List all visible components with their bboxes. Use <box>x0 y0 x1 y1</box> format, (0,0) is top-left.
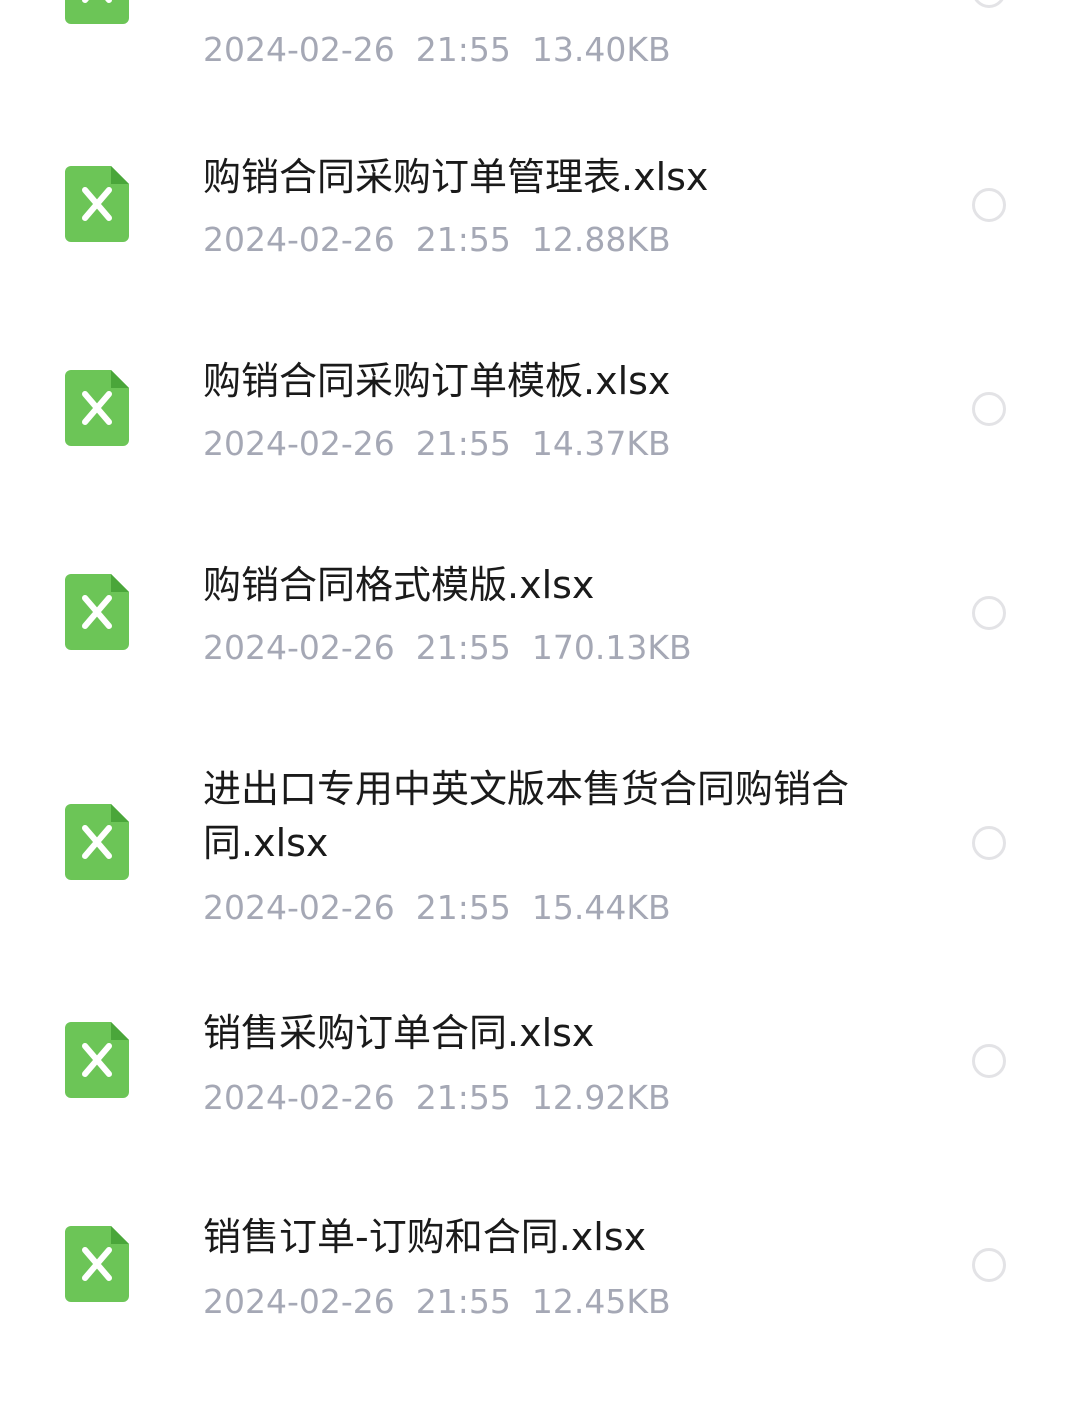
file-name: 销售采购订单合同.xlsx <box>203 1011 595 1055</box>
select-radio[interactable] <box>972 188 1006 222</box>
file-meta: 2024-02-26 21:55 12.92KB <box>203 1078 671 1118</box>
file-time: 21:55 <box>415 1078 511 1117</box>
select-radio[interactable] <box>972 826 1006 860</box>
file-time: 21:55 <box>415 220 511 259</box>
file-size: 170.13KB <box>531 628 692 667</box>
file-name: 购销合同格式模版.xlsx <box>203 563 595 607</box>
file-size: 12.88KB <box>531 220 671 259</box>
file-time: 21:55 <box>415 30 511 69</box>
file-date: 2024-02-26 <box>203 1282 395 1321</box>
file-row[interactable] <box>0 1404 1072 1423</box>
file-name: 进出口专用中英文版本售货合同购销合同.xlsx <box>203 767 850 865</box>
excel-file-icon <box>65 1226 129 1302</box>
file-date: 2024-02-26 <box>203 220 395 259</box>
file-meta: 2024-02-26 21:55 15.44KB <box>203 888 671 928</box>
file-time: 21:55 <box>415 628 511 667</box>
file-time: 21:55 <box>415 888 511 927</box>
excel-file-icon <box>65 804 129 880</box>
file-date: 2024-02-26 <box>203 628 395 667</box>
select-radio[interactable] <box>972 596 1006 630</box>
excel-file-icon <box>65 166 129 242</box>
select-radio[interactable] <box>972 1248 1006 1282</box>
file-meta: 2024-02-26 21:55 13.40KB <box>203 30 671 70</box>
file-size: 12.45KB <box>531 1282 671 1321</box>
select-radio[interactable] <box>972 0 1006 8</box>
file-row[interactable]: 购销合同格式模版.xlsx 2024-02-26 21:55 170.13KB <box>0 558 1072 678</box>
file-time: 21:55 <box>415 1282 511 1321</box>
file-list: 2024-02-26 21:55 13.40KB 购销合同采购订单管理表.xls… <box>0 0 1072 1423</box>
file-date: 2024-02-26 <box>203 30 395 69</box>
file-size: 12.92KB <box>531 1078 671 1117</box>
excel-file-icon <box>65 1022 129 1098</box>
file-size: 13.40KB <box>531 30 671 69</box>
file-name: 购销合同采购订单管理表.xlsx <box>203 155 709 199</box>
file-date: 2024-02-26 <box>203 424 395 463</box>
file-size: 15.44KB <box>531 888 671 927</box>
excel-file-icon <box>65 574 129 650</box>
file-meta: 2024-02-26 21:55 12.88KB <box>203 220 671 260</box>
file-row[interactable]: 购销合同采购订单管理表.xlsx 2024-02-26 21:55 12.88K… <box>0 150 1072 270</box>
select-radio[interactable] <box>972 1044 1006 1078</box>
file-date: 2024-02-26 <box>203 888 395 927</box>
file-row[interactable]: 销售采购订单合同.xlsx 2024-02-26 21:55 12.92KB <box>0 1006 1072 1126</box>
excel-file-icon <box>65 0 129 24</box>
excel-file-icon <box>65 370 129 446</box>
file-name: 销售订单-订购和合同.xlsx <box>203 1215 647 1259</box>
file-row[interactable]: 销售订单-订购和合同.xlsx 2024-02-26 21:55 12.45KB <box>0 1210 1072 1330</box>
file-name: 购销合同采购订单模板.xlsx <box>203 359 671 403</box>
file-meta: 2024-02-26 21:55 170.13KB <box>203 628 692 668</box>
file-size: 14.37KB <box>531 424 671 463</box>
file-meta: 2024-02-26 21:55 14.37KB <box>203 424 671 464</box>
file-time: 21:55 <box>415 424 511 463</box>
file-date: 2024-02-26 <box>203 1078 395 1117</box>
file-meta: 2024-02-26 21:55 12.45KB <box>203 1282 671 1322</box>
select-radio[interactable] <box>972 392 1006 426</box>
file-row[interactable]: 购销合同采购订单模板.xlsx 2024-02-26 21:55 14.37KB <box>0 354 1072 474</box>
file-row[interactable]: 2024-02-26 21:55 13.40KB <box>0 0 1072 90</box>
file-row[interactable]: 进出口专用中英文版本售货合同购销合同.xlsx 2024-02-26 21:55… <box>0 762 1072 932</box>
